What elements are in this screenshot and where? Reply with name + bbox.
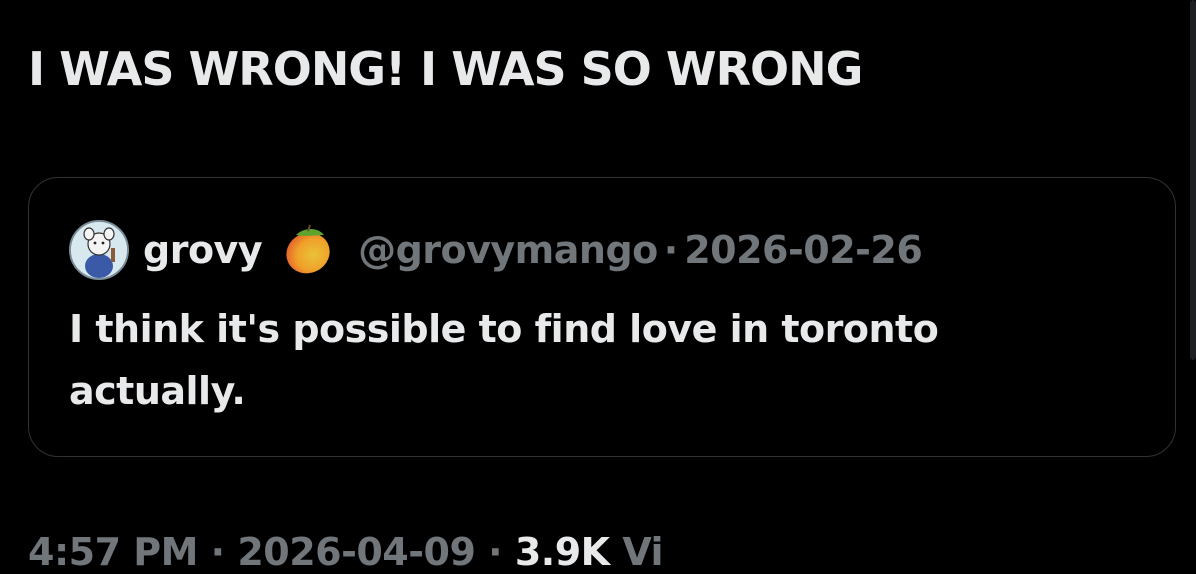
display-name[interactable]: grovy	[143, 228, 263, 272]
mango-icon	[286, 224, 330, 274]
separator-dot: ·	[210, 530, 225, 574]
tweet-metadata: 4:57 PM · 2026-04-09 · 3.9K Vi	[28, 530, 664, 574]
quoted-tweet-header: grovy @grovymango · 2026-02-26	[69, 218, 923, 282]
handle[interactable]: @grovymango	[358, 228, 658, 272]
separator-dot: ·	[488, 530, 503, 574]
avatar-illustration-icon	[71, 222, 127, 278]
views-label: Vi	[622, 530, 664, 574]
tweet-time[interactable]: 4:57 PM	[28, 530, 198, 574]
scrollbar[interactable]	[1190, 0, 1196, 360]
tweet-date[interactable]: 2026-04-09	[237, 530, 476, 574]
views-count: 3.9K	[514, 530, 610, 574]
avatar[interactable]	[69, 220, 129, 280]
tweet-text: I WAS WRONG! I WAS SO WRONG	[28, 42, 863, 96]
quote-date[interactable]: 2026-02-26	[684, 228, 923, 272]
quoted-tweet-card[interactable]: grovy @grovymango · 2026-02-26 I think i…	[28, 177, 1176, 457]
quoted-tweet-text: I think it's possible to find love in to…	[69, 307, 939, 413]
separator-dot: ·	[663, 228, 679, 272]
